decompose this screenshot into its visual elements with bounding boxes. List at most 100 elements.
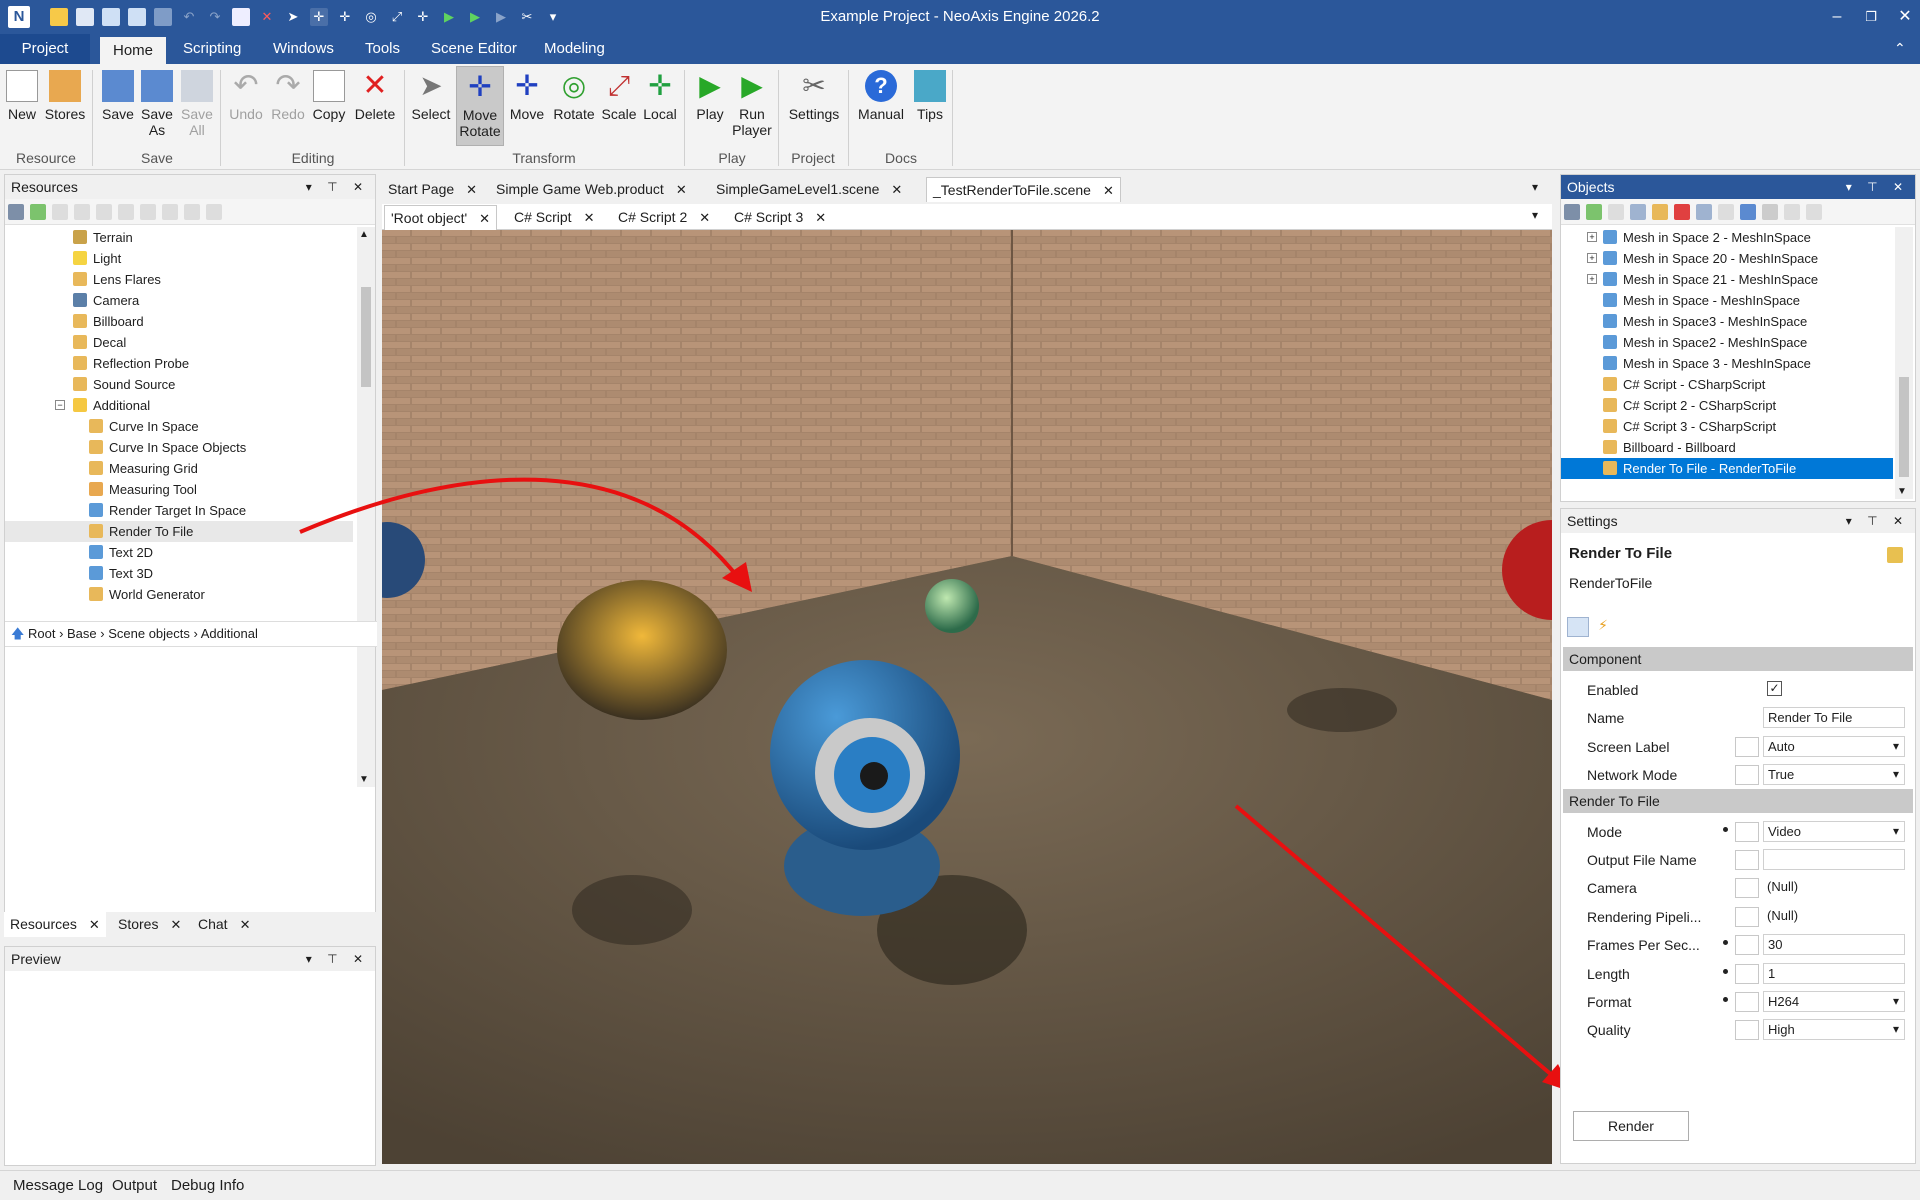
redo-button[interactable]: ↷ Redo — [268, 66, 308, 146]
move-button[interactable]: ✛ Move — [506, 66, 548, 146]
save-button[interactable]: Save — [98, 66, 138, 146]
tab-tools[interactable]: Tools — [352, 34, 413, 64]
refresh-icon[interactable] — [50, 8, 68, 26]
undo-icon[interactable]: ↶ — [180, 8, 198, 26]
close-icon[interactable]: ✕ — [815, 210, 826, 225]
copy2-icon[interactable] — [184, 204, 200, 220]
close-icon[interactable]: ✕ — [1103, 183, 1114, 198]
resource-item[interactable]: Curve In Space Objects — [5, 437, 353, 458]
property-input[interactable] — [1763, 849, 1905, 870]
resource-item[interactable]: Measuring Grid — [5, 458, 353, 479]
property-input[interactable]: (Null) — [1763, 906, 1905, 927]
local-button[interactable]: ✛ Local — [640, 66, 680, 146]
tab-project[interactable]: Project — [0, 34, 90, 64]
collapse-icon[interactable]: − — [55, 400, 65, 410]
select-icon[interactable]: ➤ — [284, 8, 302, 26]
copy-icon[interactable] — [96, 204, 112, 220]
up-arrow-icon[interactable]: 🡅 — [11, 626, 28, 641]
enabled-checkbox[interactable]: ✓ — [1767, 681, 1782, 696]
object-item[interactable]: C# Script - CSharpScript — [1561, 374, 1893, 395]
reference-button[interactable] — [1735, 736, 1759, 757]
panel-controls[interactable]: ▾ ⊤ ✕ — [306, 175, 369, 199]
add-icon[interactable] — [30, 204, 46, 220]
copy-button[interactable]: Copy — [308, 66, 350, 146]
reference-button[interactable] — [1735, 821, 1759, 842]
reference-button[interactable] — [1735, 935, 1759, 956]
category-render-to-file[interactable]: Render To File — [1563, 788, 1913, 813]
delete-icon[interactable]: ✕ — [258, 8, 276, 26]
property-input[interactable]: 1 — [1763, 962, 1905, 984]
tools-icon[interactable]: ✂ — [518, 8, 536, 26]
category-component[interactable]: Component — [1563, 647, 1913, 671]
object-item[interactable]: + Mesh in Space 21 - MeshInSpace — [1561, 269, 1893, 290]
reference-button[interactable] — [1735, 906, 1759, 927]
object-item[interactable]: Mesh in Space - MeshInSpace — [1561, 290, 1893, 311]
tab-debug-info[interactable]: Debug Info — [171, 1177, 244, 1194]
edit-icon[interactable] — [52, 204, 68, 220]
paste-icon[interactable] — [1806, 204, 1822, 220]
move-rotate-button[interactable]: ✛ Move Rotate — [456, 66, 504, 146]
object-item[interactable]: Mesh in Space2 - MeshInSpace — [1561, 332, 1893, 353]
stop-icon[interactable]: ▶ — [492, 8, 510, 26]
object-item[interactable]: + Mesh in Space 2 - MeshInSpace — [1561, 227, 1893, 248]
resource-item[interactable]: Lens Flares — [5, 269, 353, 290]
cut-icon[interactable] — [162, 204, 178, 220]
reference-button[interactable] — [1735, 878, 1759, 899]
panel-controls[interactable]: ▾ ⊤ ✕ — [1846, 509, 1909, 533]
new-button[interactable]: New — [4, 66, 40, 146]
local-icon[interactable]: ✛ — [414, 8, 432, 26]
object-item[interactable]: Billboard - Billboard — [1561, 437, 1893, 458]
delete-icon[interactable] — [118, 204, 134, 220]
tabs-menu-icon[interactable]: ▾ — [1532, 180, 1538, 194]
delete-icon[interactable] — [1674, 204, 1690, 220]
scale-icon[interactable]: ⤢ — [388, 8, 406, 26]
collapse-ribbon-icon[interactable]: ⌃ — [1894, 40, 1906, 57]
close-icon[interactable]: ✕ — [479, 211, 490, 226]
scroll-thumb[interactable] — [1899, 377, 1909, 477]
property-dropdown[interactable]: H264 — [1763, 991, 1905, 1012]
resource-item[interactable]: Render Target In Space — [5, 500, 353, 521]
objects-scrollbar[interactable]: ▼ — [1895, 227, 1913, 499]
breadcrumb-item[interactable]: Additional — [201, 626, 258, 641]
resource-item[interactable]: Render To File — [5, 521, 353, 542]
scroll-down-icon[interactable]: ▼ — [1897, 486, 1907, 497]
breadcrumb-item[interactable]: Scene objects — [108, 626, 190, 641]
property-dropdown[interactable]: Video — [1763, 820, 1905, 842]
scroll-thumb[interactable] — [361, 287, 371, 387]
manual-button[interactable]: ? Manual — [854, 66, 908, 146]
save-as-button[interactable]: Save As — [138, 66, 176, 146]
panel-controls[interactable]: ▾ ⊤ ✕ — [1846, 175, 1909, 199]
resource-item[interactable]: Sound Source — [5, 374, 353, 395]
new-file-icon[interactable] — [76, 8, 94, 26]
move-icon[interactable]: ✛ — [336, 8, 354, 26]
scene-viewport[interactable] — [382, 230, 1552, 1164]
close-icon[interactable]: ✕ — [89, 917, 100, 932]
property-dropdown[interactable]: True — [1763, 764, 1905, 786]
breadcrumb-item[interactable]: Base — [67, 626, 97, 641]
object-item[interactable]: C# Script 3 - CSharpScript — [1561, 416, 1893, 437]
scroll-up-icon[interactable]: ▲ — [359, 229, 369, 240]
resource-item[interactable]: − Additional — [5, 395, 353, 416]
tab-scripting[interactable]: Scripting — [170, 34, 254, 64]
resource-item[interactable]: Camera — [5, 290, 353, 311]
resource-item[interactable]: Light — [5, 248, 353, 269]
subtab-csharp-script[interactable]: C# Script ✕ — [508, 205, 600, 230]
panel-controls[interactable]: ▾ ⊤ ✕ — [306, 947, 369, 971]
customize-icon[interactable]: ▾ — [544, 8, 562, 26]
save-all-button[interactable]: Save All — [178, 66, 216, 146]
add-icon[interactable] — [1586, 204, 1602, 220]
resource-item[interactable]: Text 2D — [5, 542, 353, 563]
save-all-icon[interactable] — [154, 8, 172, 26]
subtab-root-object[interactable]: 'Root object' ✕ — [384, 205, 498, 230]
expand-icon[interactable]: + — [1587, 274, 1597, 284]
select-button[interactable]: ➤ Select — [410, 66, 452, 146]
stores-button[interactable]: Stores — [42, 66, 88, 146]
close-icon[interactable]: ✕ — [466, 182, 477, 197]
run-player-button[interactable]: ▶ Run Player — [730, 66, 774, 146]
close-icon[interactable]: ✕ — [584, 210, 595, 225]
move-down-icon[interactable] — [1762, 204, 1778, 220]
settings-icon[interactable] — [8, 204, 24, 220]
rotate-icon[interactable]: ◎ — [362, 8, 380, 26]
scroll-down-icon[interactable]: ▼ — [359, 774, 369, 785]
close-icon[interactable]: ✕ — [170, 917, 181, 932]
